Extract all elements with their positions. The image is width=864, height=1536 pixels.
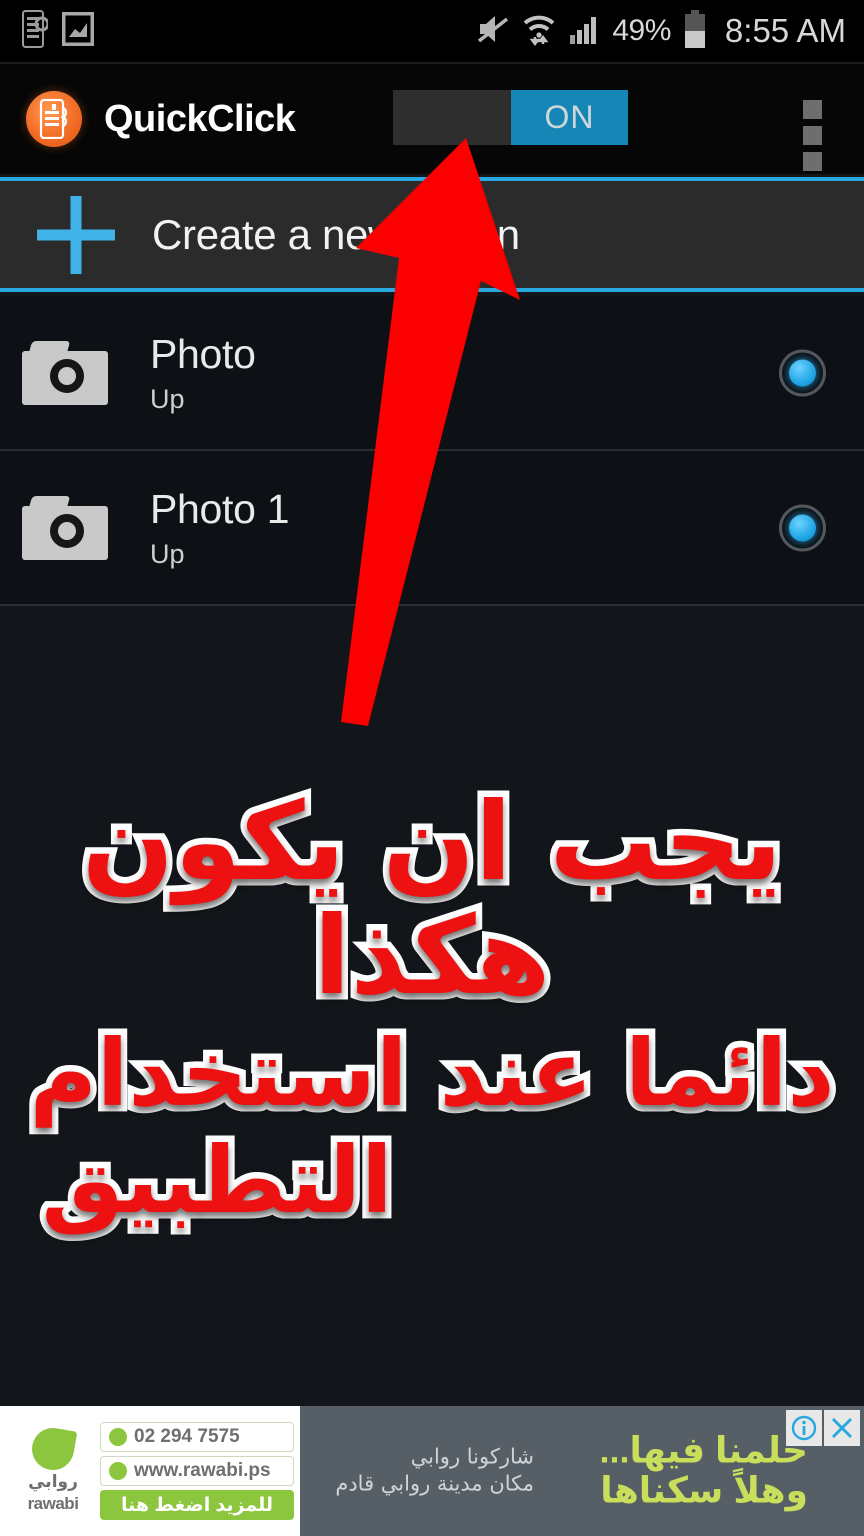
list-item-title: Photo 1 xyxy=(150,485,290,532)
app-bar: QuickClick ON xyxy=(0,64,864,174)
create-new-action-row[interactable]: Create a new action xyxy=(0,177,864,292)
camera-icon xyxy=(22,495,108,560)
ad-website-chip[interactable]: www.rawabi.ps xyxy=(100,1456,294,1486)
mute-icon xyxy=(476,13,510,50)
list-item-subtitle: Up xyxy=(150,538,185,569)
master-toggle-label[interactable]: ON xyxy=(511,90,628,145)
close-icon[interactable] xyxy=(824,1410,860,1446)
picture-chart-icon xyxy=(61,11,95,51)
ad-share-line: شاركونا روابي xyxy=(410,1444,534,1469)
phone-screen: 49% 8:55 AM QuickClick ON Create a new a… xyxy=(0,0,864,1536)
ad-logo-latin: rawabi xyxy=(27,1494,79,1513)
ad-logo-arabic: روابي xyxy=(28,1472,78,1491)
action-radio-button[interactable] xyxy=(779,349,826,396)
list-item-text: Photo 1 Up xyxy=(150,485,290,570)
ad-logo-panel[interactable]: روابي rawabi 02 294 7575 www.rawabi.ps ل… xyxy=(0,1406,300,1536)
status-bar: 49% 8:55 AM xyxy=(0,0,864,62)
action-list: Photo Up Photo 1 Up xyxy=(0,296,864,606)
phone-icon xyxy=(109,1428,127,1446)
ad-website: www.rawabi.ps xyxy=(134,1460,271,1481)
plus-icon xyxy=(28,187,124,283)
list-item-title: Photo xyxy=(150,330,256,377)
master-toggle-switch[interactable]: ON xyxy=(393,90,628,145)
ad-phone-chip[interactable]: 02 294 7575 xyxy=(100,1422,294,1452)
overflow-dot xyxy=(803,152,822,171)
annotation-line-2: دائما عند استخدام xyxy=(23,1018,841,1128)
status-bar-notifications xyxy=(0,9,95,53)
create-new-action-label: Create a new action xyxy=(152,210,520,258)
overflow-dot xyxy=(803,126,822,145)
ad-script-text: شاركونا روابي مكان مدينة روابي قادم xyxy=(334,1444,534,1499)
leaf-icon xyxy=(28,1424,78,1474)
cellular-signal-icon xyxy=(568,13,600,50)
list-item[interactable]: Photo Up xyxy=(0,296,864,451)
ad-badges xyxy=(786,1410,860,1446)
rawabi-logo: روابي rawabi xyxy=(14,1424,92,1514)
ad-headline-line-2: وهلاً سكناها xyxy=(600,1470,808,1511)
camera-icon xyxy=(22,340,108,405)
ad-script-line: مكان مدينة روابي قادم xyxy=(335,1472,534,1496)
action-radio-button[interactable] xyxy=(779,504,826,551)
annotation-line-1: يجب ان يكون هكذا xyxy=(75,779,789,1021)
status-bar-system-icons: 49% 8:55 AM xyxy=(476,9,864,53)
phone-settings-icon xyxy=(22,9,50,53)
annotation-line-3: التطبيق xyxy=(35,1126,399,1236)
annotation-text: يجب ان يكون هكذا دائما عند استخدام التطب… xyxy=(0,779,864,1236)
ad-headline-line-1: حلمنا فيها... xyxy=(599,1429,808,1471)
quickclick-app-icon xyxy=(26,91,82,147)
ad-cta-button[interactable]: للمزيد اضغط هنا xyxy=(100,1490,294,1520)
wifi-transfer-icon xyxy=(522,12,556,51)
list-item-text: Photo Up xyxy=(150,331,256,415)
ad-phone-number: 02 294 7575 xyxy=(134,1426,240,1447)
info-icon[interactable] xyxy=(786,1410,822,1446)
app-title: QuickClick xyxy=(104,97,296,140)
list-item-subtitle: Up xyxy=(150,383,185,414)
overflow-dot xyxy=(803,100,822,119)
globe-icon xyxy=(109,1462,127,1480)
overflow-menu-icon[interactable] xyxy=(803,100,822,171)
ad-banner[interactable]: روابي rawabi 02 294 7575 www.rawabi.ps ل… xyxy=(0,1406,864,1536)
ad-contact-lines: 02 294 7575 www.rawabi.ps للمزيد اضغط هن… xyxy=(100,1422,294,1520)
list-item[interactable]: Photo 1 Up xyxy=(0,451,864,606)
ad-headline: حلمنا فيها... وهلاً سكناها xyxy=(599,1429,808,1512)
status-bar-clock: 8:55 AM xyxy=(724,12,846,49)
battery-percent-label: 49% xyxy=(612,14,671,47)
ad-content-panel[interactable]: شاركونا روابي مكان مدينة روابي قادم حلمن… xyxy=(300,1406,864,1536)
battery-icon xyxy=(683,9,707,53)
